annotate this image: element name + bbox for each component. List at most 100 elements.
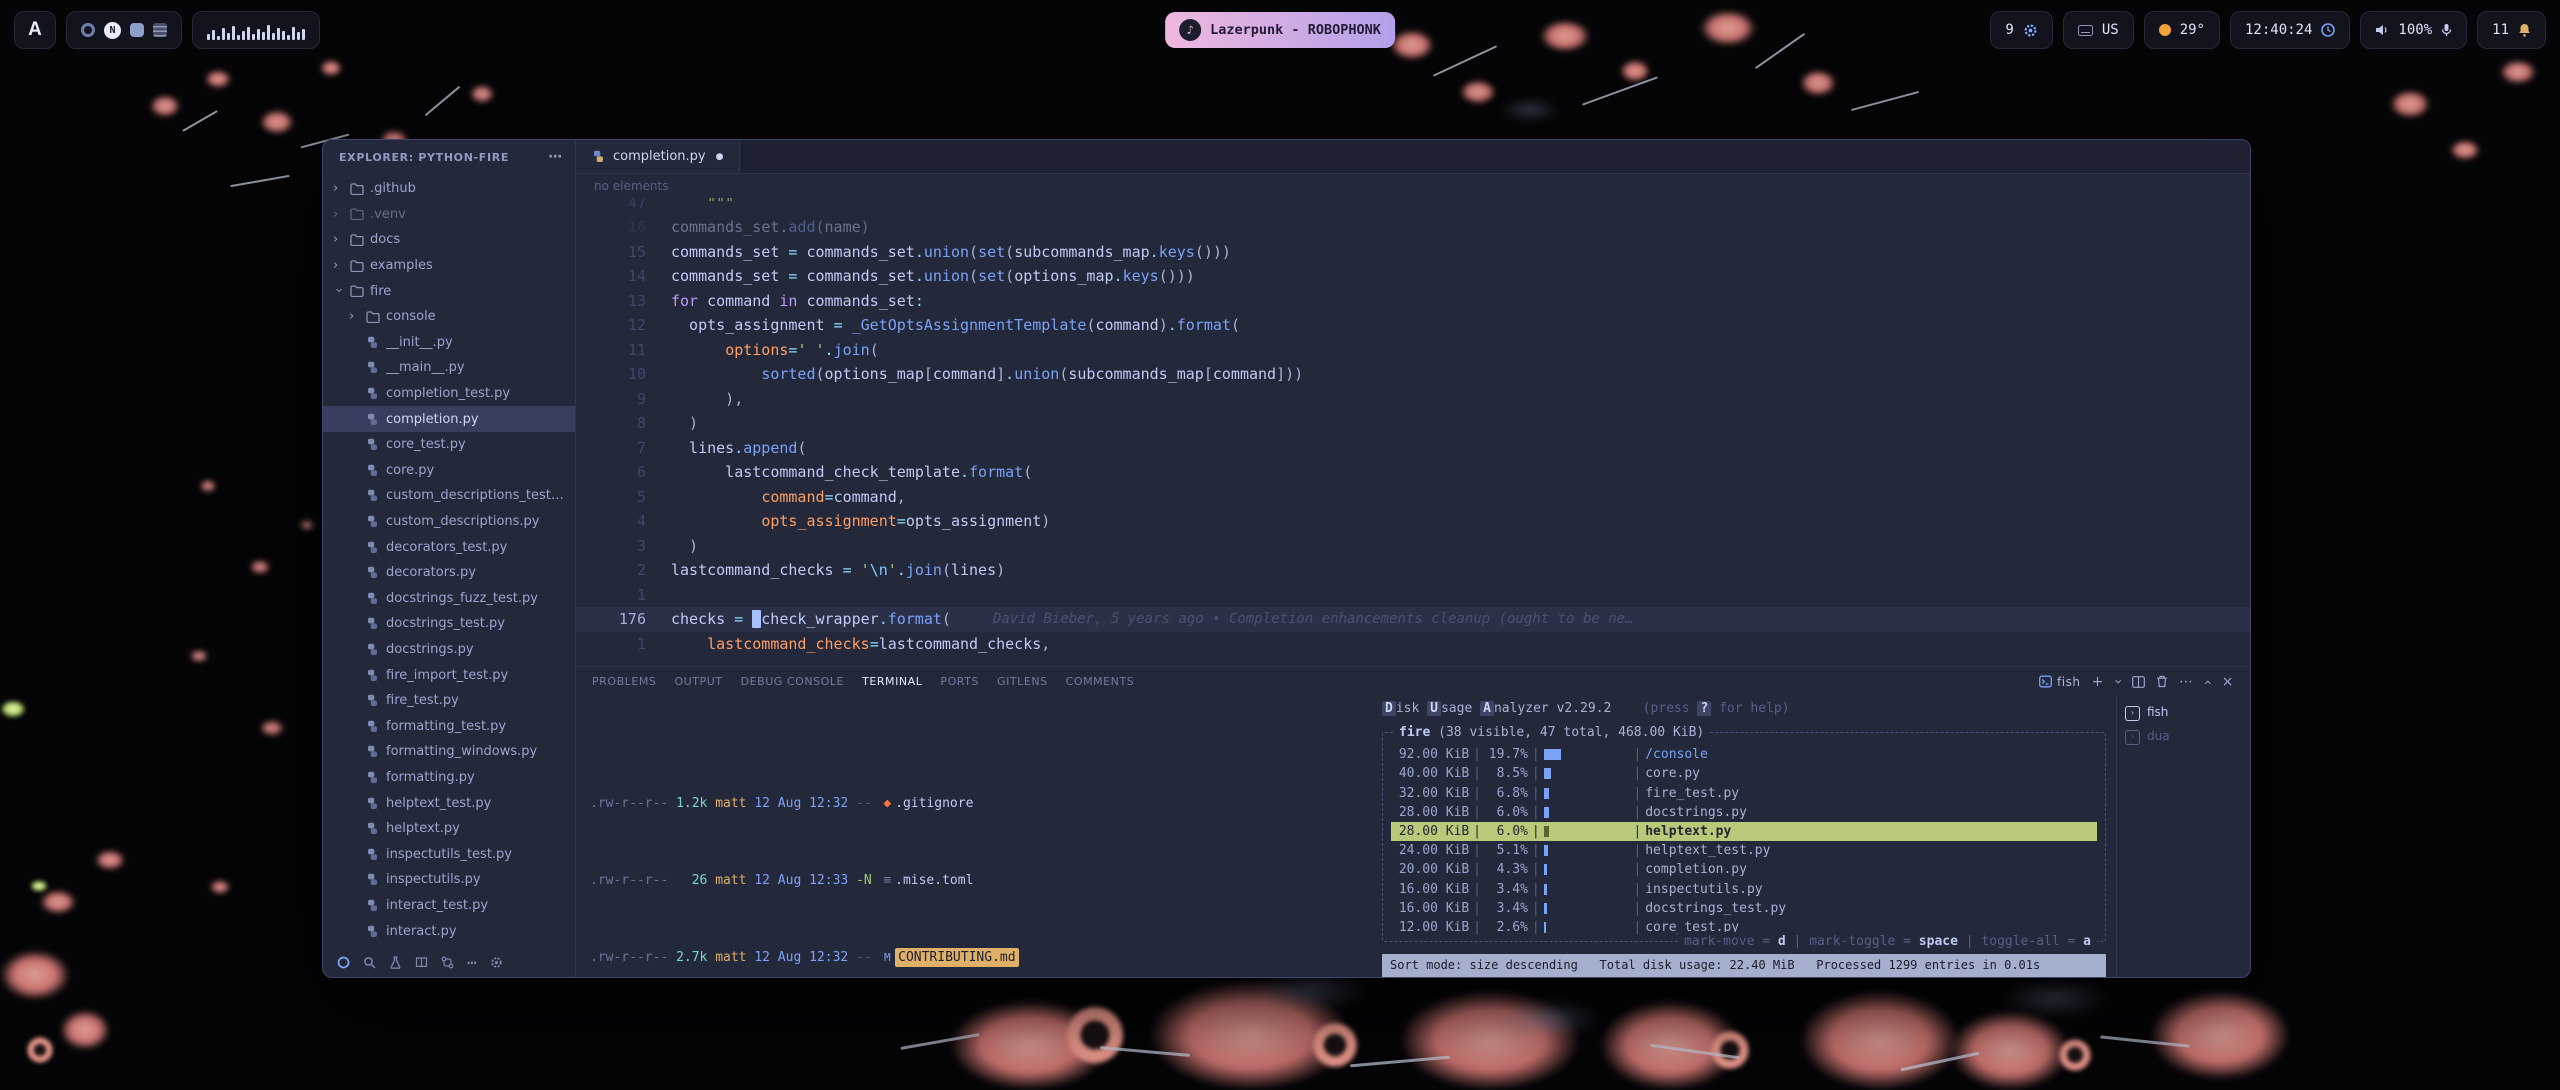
notes-icon[interactable] (153, 23, 167, 37)
media-widget[interactable]: ♪ Lazerpunk - ROBOPHONK (1165, 12, 1395, 48)
terminal-dua[interactable]: Disk Usage Analyzer v2.29.2 (press ? for… (1370, 696, 2116, 977)
settings-gear-icon[interactable] (490, 956, 503, 969)
breadcrumb-text: no elements (594, 179, 669, 193)
tree-item[interactable]: › decorators.py (323, 560, 575, 586)
tree-item[interactable]: › custom_descriptions.py (323, 509, 575, 535)
dua-row: 16.00 KiB | 3.4% | | docstrings_test.py (1391, 899, 2097, 918)
keyboard-layout-widget[interactable]: US (2063, 11, 2134, 49)
new-terminal-button[interactable]: + (2092, 675, 2104, 689)
panel-tab[interactable]: GITLENS (997, 675, 1048, 688)
updates-widget[interactable]: 9 (1990, 11, 2052, 49)
dua-size: 16.00 KiB (1391, 899, 1469, 918)
panel-tab[interactable]: OUTPUT (674, 675, 722, 688)
chevron-up-icon[interactable]: › (2201, 678, 2215, 684)
book-icon[interactable] (415, 956, 428, 969)
chevron-down-icon[interactable]: › (2111, 678, 2125, 684)
python-file-icon (365, 873, 380, 886)
tree-item[interactable]: › completion.py (323, 406, 575, 432)
tree-item[interactable]: › completion_test.py (323, 381, 575, 407)
panel-tab[interactable]: TERMINAL (862, 675, 922, 688)
tree-item[interactable]: › inspectutils.py (323, 867, 575, 893)
close-panel-icon[interactable]: × (2222, 675, 2234, 689)
tree-item[interactable]: › console (323, 304, 575, 330)
tree-item[interactable]: › formatting.py (323, 765, 575, 791)
dua-entry-name: helptext_test.py (1645, 841, 1770, 860)
kill-terminal-button[interactable] (2156, 675, 2168, 688)
dua-usage-bar (1544, 902, 1630, 915)
line-number: 47 (576, 198, 671, 215)
tree-item[interactable]: › docs (323, 227, 575, 253)
tree-item-label: formatting_windows.py (386, 744, 567, 759)
tree-item[interactable]: › helptext.py (323, 816, 575, 842)
explorer-more-icon[interactable]: ⋯ (548, 149, 563, 165)
separator: | (1630, 899, 1646, 918)
tab-completion-py[interactable]: completion.py ● (576, 140, 740, 173)
panel-tab[interactable]: PORTS (940, 675, 979, 688)
package-icon[interactable] (130, 23, 144, 37)
disc-icon[interactable] (81, 23, 95, 37)
breadcrumb[interactable]: no elements (576, 174, 2250, 198)
line-number: 4 (576, 509, 671, 534)
tree-item[interactable]: › fire_import_test.py (323, 662, 575, 688)
modified-dot-icon: ● (716, 152, 724, 162)
audio-widget[interactable]: 100% (2360, 11, 2467, 49)
panel-tab[interactable]: COMMENTS (1066, 675, 1135, 688)
tree-item[interactable]: › fire_test.py (323, 688, 575, 714)
separator: | (1528, 860, 1544, 879)
search-icon[interactable] (363, 956, 376, 969)
tree-item[interactable]: › docstrings_test.py (323, 611, 575, 637)
remote-icon[interactable] (337, 956, 350, 969)
terminal-fish[interactable]: .rw-r--r-- 1.2k matt 12 Aug 12:32 -- .gi… (576, 696, 1370, 977)
visualizer-bar (222, 28, 225, 40)
terminal-list-item[interactable]: › fish (2125, 703, 2242, 723)
split-terminal-button[interactable] (2132, 676, 2145, 688)
panel-tab[interactable]: PROBLEMS (592, 675, 656, 688)
tree-item[interactable]: › inspectutils_test.py (323, 841, 575, 867)
file-permissions: .rw-r--r-- (590, 794, 668, 813)
tree-item[interactable]: › core.py (323, 458, 575, 484)
tree-item[interactable]: › __main__.py (323, 355, 575, 381)
folder-icon (349, 260, 364, 272)
terminal-icon (2039, 675, 2052, 688)
tree-item[interactable]: › helptext_test.py (323, 790, 575, 816)
code-line: 8 ) (576, 411, 2250, 436)
topbar-right-group: 9 US 29° 12:40:24 100% 11 (1990, 11, 2546, 49)
tree-item[interactable]: › .github (323, 176, 575, 202)
tree-item[interactable]: › formatting_test.py (323, 713, 575, 739)
clock-widget[interactable]: 12:40:24 (2230, 11, 2350, 49)
tree-item[interactable]: › docstrings.py (323, 637, 575, 663)
python-file-icon (365, 694, 380, 707)
tree-item[interactable]: › fire (323, 278, 575, 304)
tree-item[interactable]: › docstrings_fuzz_test.py (323, 586, 575, 612)
file-size: 26 (668, 871, 707, 890)
tree-item[interactable]: › formatting_windows.py (323, 739, 575, 765)
tabstrip: completion.py ● (576, 140, 2250, 174)
terminal-list-item[interactable]: › dua (2125, 727, 2242, 747)
tree-item[interactable]: › custom_descriptions_test.py (323, 483, 575, 509)
beaker-icon[interactable] (389, 956, 402, 969)
tree-item[interactable]: › decorators_test.py (323, 534, 575, 560)
weather-widget[interactable]: 29° (2144, 11, 2220, 49)
visualizer-bar (262, 32, 265, 40)
tree-item[interactable]: › __init__.py (323, 330, 575, 356)
audio-visualizer-widget[interactable] (192, 11, 320, 49)
panel-tab[interactable]: DEBUG CONSOLE (741, 675, 844, 688)
statusbar-more-icon[interactable]: ⋯ (467, 953, 477, 972)
git-compare-icon[interactable] (441, 956, 454, 969)
launcher-button[interactable]: A (14, 11, 56, 49)
dua-percent: 2.6% (1485, 918, 1528, 937)
separator: | (1630, 918, 1646, 937)
n-badge-icon[interactable]: N (104, 22, 121, 39)
file-name: .mise.toml (895, 871, 973, 890)
tree-item[interactable]: › interact_test.py (323, 893, 575, 919)
panel-more-icon[interactable]: ⋯ (2179, 675, 2194, 689)
tree-item[interactable]: › interact.py (323, 918, 575, 944)
terminal-profile[interactable]: fish (2039, 675, 2081, 689)
tree-item[interactable]: › examples (323, 253, 575, 279)
tree-item[interactable]: › .venv (323, 202, 575, 228)
notifications-widget[interactable]: 11 (2477, 11, 2546, 49)
tree-item-label: docstrings.py (386, 642, 567, 657)
tree-item[interactable]: › core_test.py (323, 432, 575, 458)
file-listing-row: .rw-r--r-- 2.7k matt 12 Aug 12:32 -- CON… (590, 948, 1370, 967)
editor-code-area[interactable]: 47 """ 16 commands_set.add(name) 15 comm… (576, 198, 2250, 666)
